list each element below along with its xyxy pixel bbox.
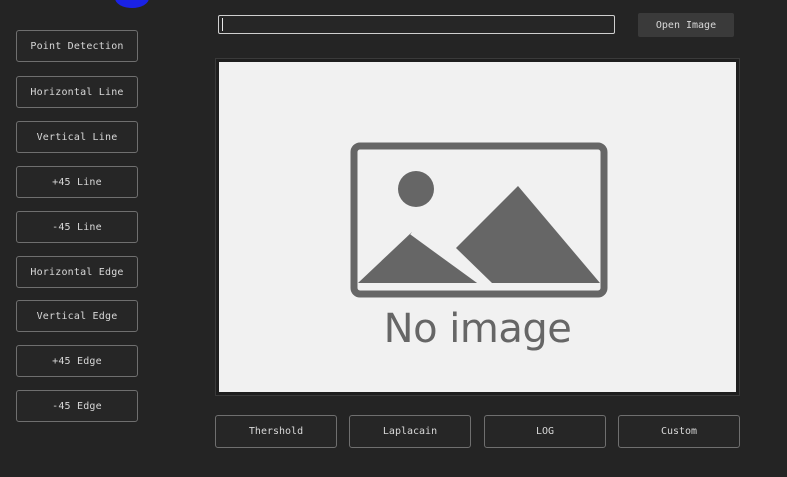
point-detection-button[interactable]: Point Detection	[16, 30, 138, 62]
app-window: Point Detection Horizontal Line Vertical…	[0, 0, 787, 477]
horizontal-line-button[interactable]: Horizontal Line	[16, 76, 138, 108]
image-path-input[interactable]	[218, 15, 615, 34]
text-caret	[222, 18, 223, 31]
threshold-button[interactable]: Thershold	[215, 415, 337, 448]
no-image-label: No image	[383, 306, 572, 352]
open-image-button[interactable]: Open Image	[638, 13, 734, 37]
image-preview-frame: No image	[215, 58, 740, 396]
plus45-line-button[interactable]: +45 Line	[16, 166, 138, 198]
window-indicator-dot	[115, 0, 149, 8]
image-preview-area: No image	[219, 62, 736, 392]
custom-button[interactable]: Custom	[618, 415, 740, 448]
vertical-line-button[interactable]: Vertical Line	[16, 121, 138, 153]
plus45-edge-button[interactable]: +45 Edge	[16, 345, 138, 377]
horizontal-edge-button[interactable]: Horizontal Edge	[16, 256, 138, 288]
minus45-line-button[interactable]: -45 Line	[16, 211, 138, 243]
vertical-edge-button[interactable]: Vertical Edge	[16, 300, 138, 332]
minus45-edge-button[interactable]: -45 Edge	[16, 390, 138, 422]
laplacian-button[interactable]: Laplacain	[349, 415, 471, 448]
log-button[interactable]: LOG	[484, 415, 606, 448]
